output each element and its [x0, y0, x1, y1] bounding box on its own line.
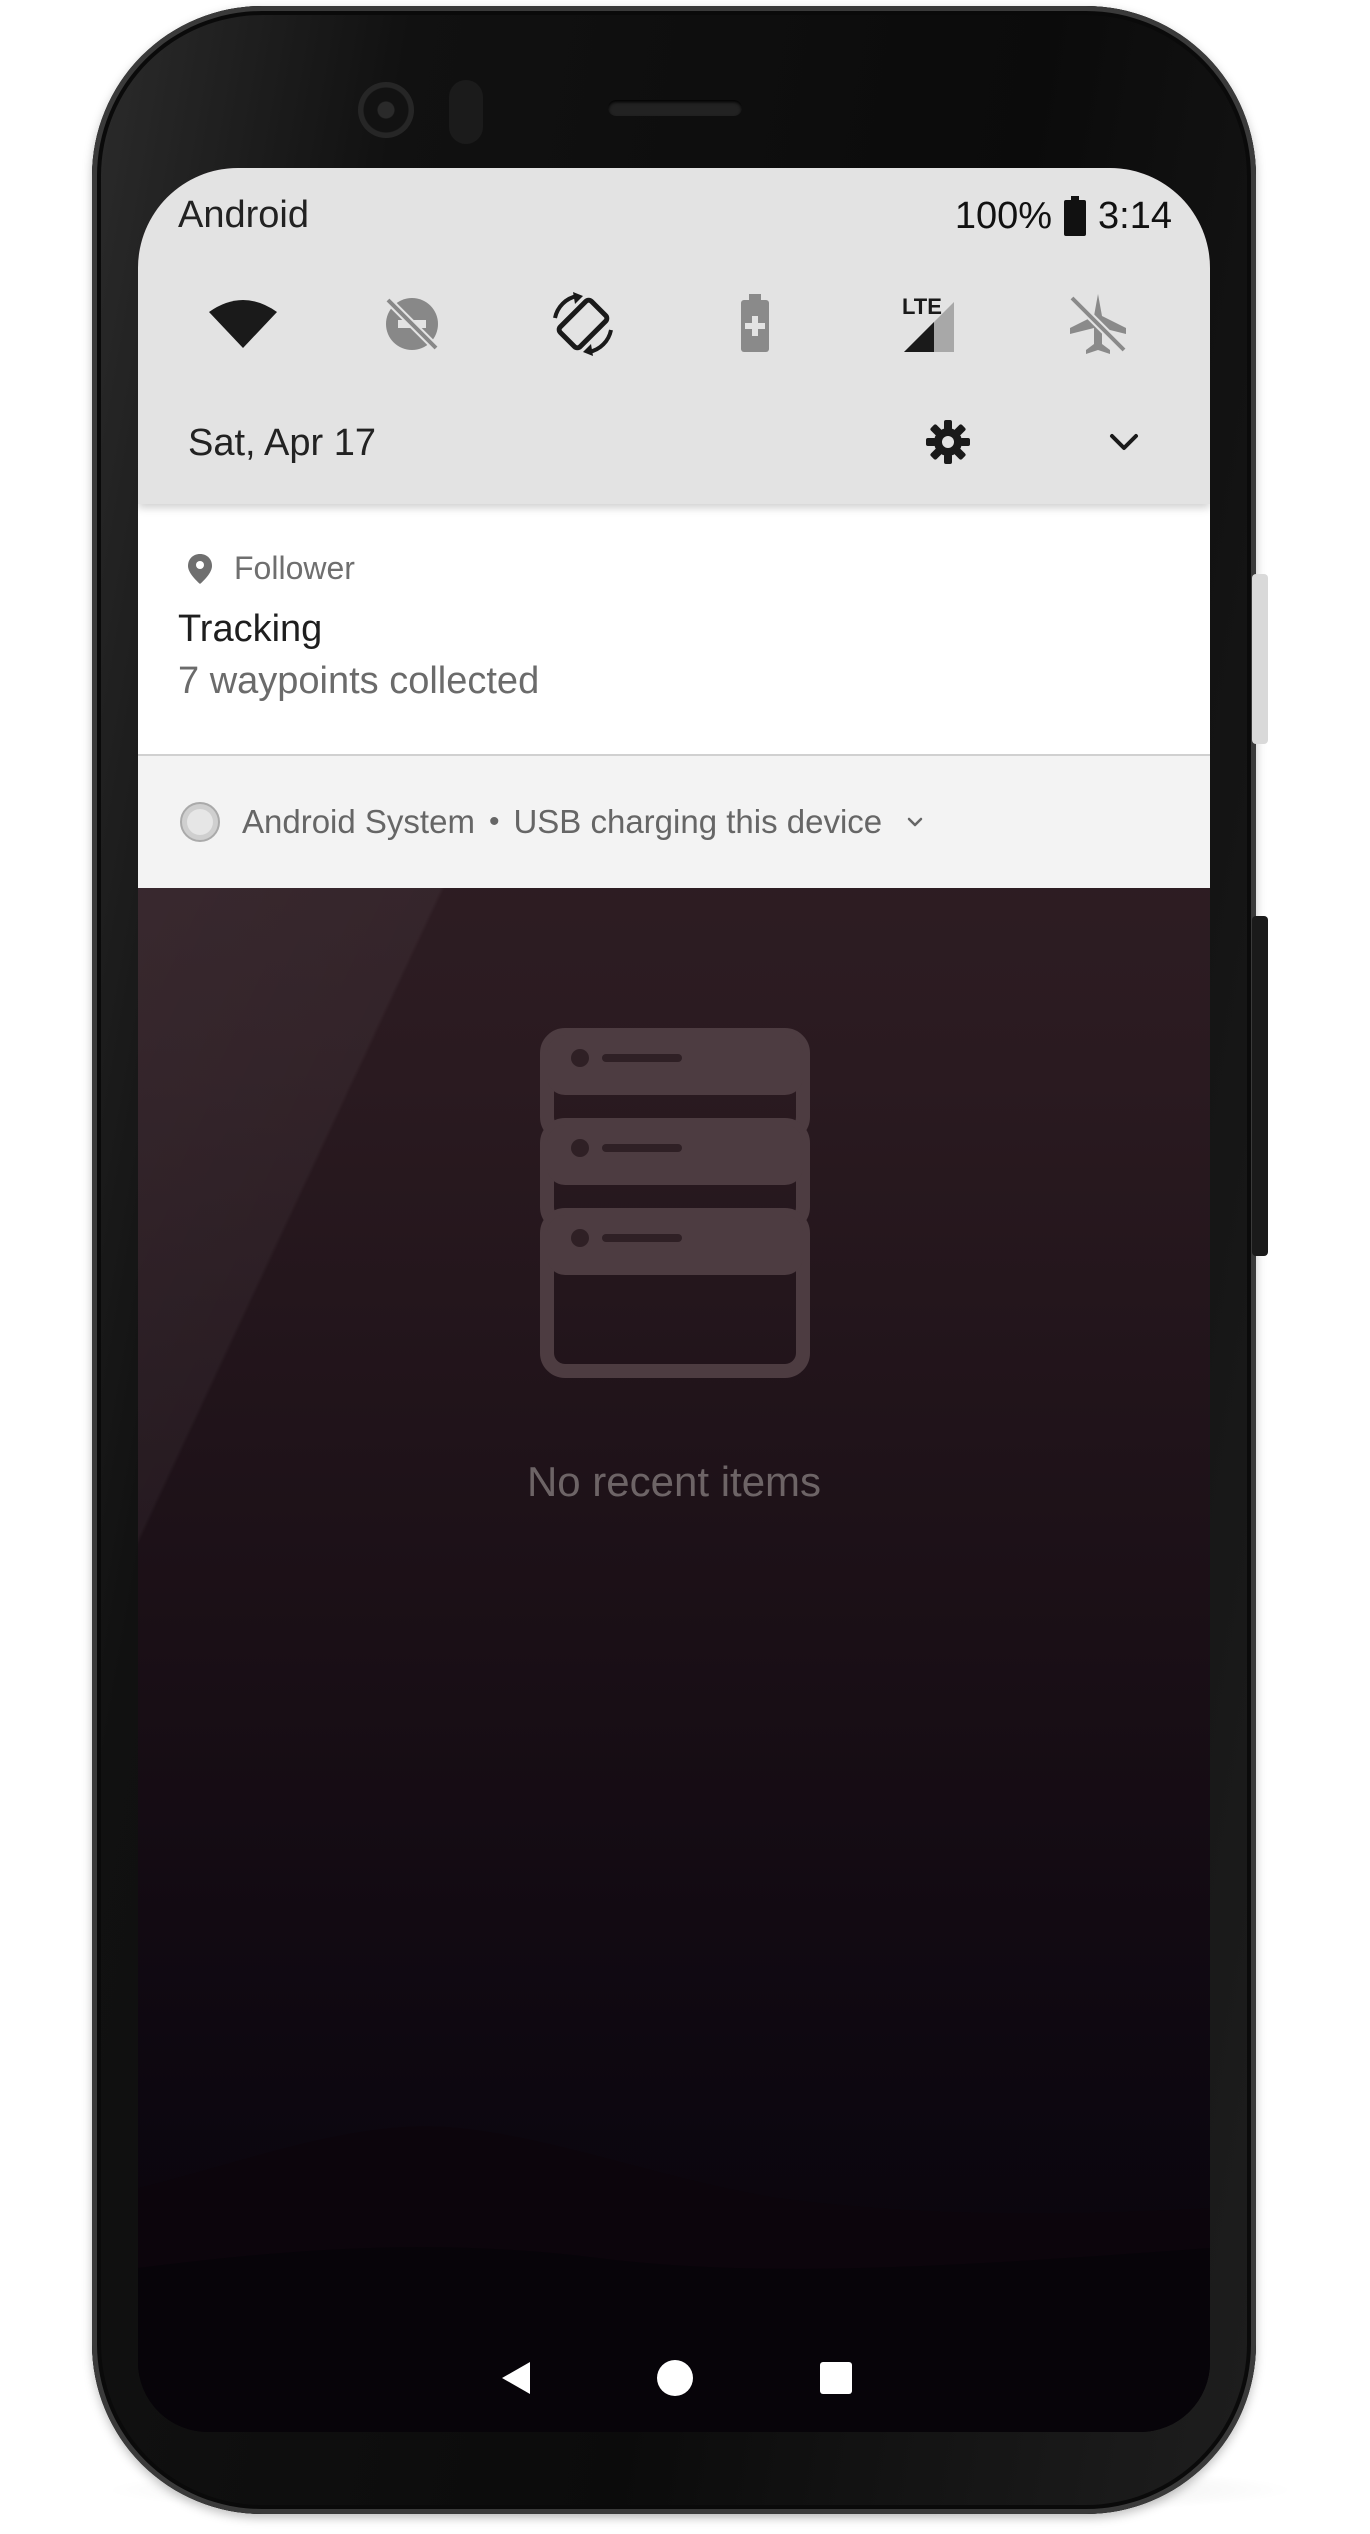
- earpiece-speaker: [608, 100, 742, 116]
- no-recent-items-message: No recent items: [526, 1458, 822, 1505]
- notification-header: Follower: [188, 550, 355, 587]
- qs-tile-do-not-disturb[interactable]: [372, 284, 452, 364]
- recent-items-icon: [540, 1028, 810, 1378]
- quick-settings-shade: Android 100% 3:14 LTE Sat, Apr 17: [138, 168, 1210, 504]
- notification-follower[interactable]: Follower Tracking 7 waypoints collected: [138, 504, 1210, 754]
- power-button: [1252, 916, 1268, 1256]
- battery-icon: [1064, 196, 1087, 236]
- front-camera: [358, 82, 414, 138]
- qs-tile-auto-rotate[interactable]: [543, 284, 623, 364]
- location-pin-icon: [188, 553, 212, 584]
- qs-tile-battery-saver[interactable]: [715, 284, 795, 364]
- notification-text: 7 waypoints collected: [178, 660, 540, 702]
- volume-button: [1252, 574, 1268, 744]
- home-icon[interactable]: [653, 2356, 697, 2400]
- notification-app-name: Follower: [234, 550, 355, 586]
- system-notification-text: USB charging this device: [513, 803, 883, 840]
- airplane-mode-off-icon: [1069, 294, 1127, 354]
- lte-label: LTE: [902, 294, 942, 319]
- back-icon[interactable]: [494, 2356, 538, 2400]
- chevron-down-icon[interactable]: [1102, 420, 1146, 464]
- separator-dot: •: [488, 805, 500, 838]
- device-mockup: Android 100% 3:14 LTE Sat, Apr 17 Follow…: [0, 0, 1370, 2534]
- expand-chevron-icon[interactable]: [902, 809, 928, 835]
- screen: Android 100% 3:14 LTE Sat, Apr 17 Follow…: [138, 168, 1210, 2432]
- gear-icon[interactable]: [922, 416, 974, 468]
- status-bar: Android 100% 3:14: [138, 168, 1210, 258]
- qs-tile-airplane-mode[interactable]: [1058, 284, 1138, 364]
- auto-rotate-icon: [553, 292, 613, 356]
- qs-tile-wifi[interactable]: [203, 284, 283, 364]
- proximity-sensor: [449, 80, 483, 144]
- battery-saver-icon: [741, 294, 769, 352]
- wifi-icon: [209, 300, 277, 348]
- system-notification-row: Android System • USB charging this devic…: [178, 756, 928, 888]
- notification-title: Tracking: [178, 608, 323, 650]
- qs-tile-mobile-data[interactable]: LTE: [886, 284, 966, 364]
- date-label: Sat, Apr 17: [188, 422, 377, 464]
- overview-icon[interactable]: [814, 2356, 858, 2400]
- do-not-disturb-off-icon: [385, 297, 439, 351]
- system-app-name: Android System: [242, 803, 475, 840]
- clock: 3:14: [1098, 194, 1172, 237]
- android-system-icon: [180, 802, 220, 842]
- notification-android-system[interactable]: Android System • USB charging this devic…: [138, 756, 1210, 888]
- status-indicators: 100% 3:14: [955, 194, 1172, 238]
- battery-percent: 100%: [954, 194, 1053, 237]
- navigation-bar: [138, 2328, 1210, 2432]
- shade-footer: Sat, Apr 17: [138, 404, 1210, 484]
- carrier-label: Android: [178, 194, 309, 236]
- quick-settings-tiles: LTE: [138, 274, 1210, 374]
- mobile-data-lte-icon: LTE: [902, 294, 954, 352]
